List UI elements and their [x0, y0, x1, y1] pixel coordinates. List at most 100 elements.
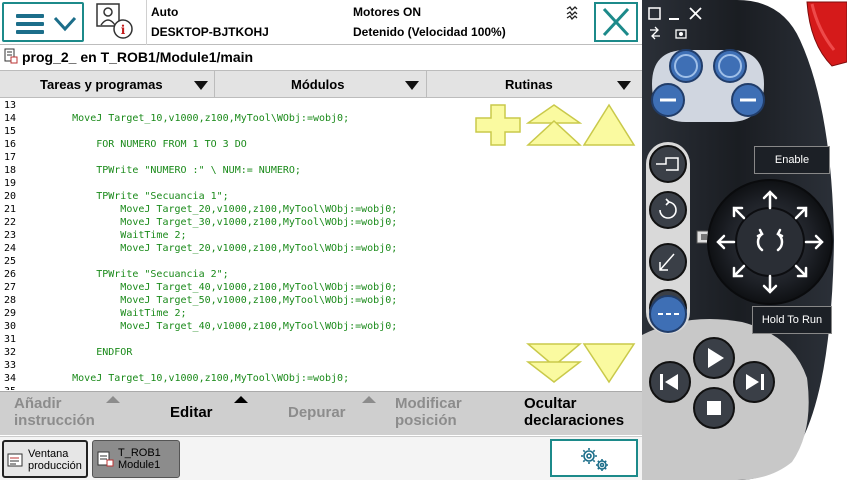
abb-menu-button[interactable] [2, 2, 84, 42]
line-number: 17 [4, 152, 17, 163]
code-text: MoveJ Target_20,v1000,z100,MyTool\WObj:=… [30, 243, 398, 254]
line-number: 16 [4, 139, 17, 150]
code-text: TPWrite "NUMERO :" \ NUM:= NUMERO; [30, 165, 301, 176]
code-line[interactable]: 24 MoveJ Target_20,v1000,z100,MyTool\WOb… [0, 242, 640, 255]
debug-button[interactable]: Depurar [252, 392, 382, 436]
step-backward-button[interactable] [649, 361, 691, 403]
hamburger-icon [16, 14, 44, 34]
joystick[interactable] [704, 178, 836, 308]
page-down-double-arrow-icon[interactable] [526, 342, 582, 384]
add-instruction-label-1: Añadir [14, 395, 62, 412]
code-text: MoveJ Target_10,v1000,z100,MyTool\WObj:=… [30, 373, 350, 384]
step-mode-button[interactable] [646, 294, 692, 334]
zoom-in-plus-icon[interactable] [474, 103, 522, 147]
code-line[interactable]: 18 TPWrite "NUMERO :" \ NUM:= NUMERO; [0, 164, 640, 177]
edit-button[interactable]: Editar [130, 392, 252, 436]
code-line[interactable]: 21 MoveJ Target_20,v1000,z100,MyTool\WOb… [0, 203, 640, 216]
page-up-double-arrow-icon[interactable] [526, 103, 582, 147]
dropdown-arrow-icon [194, 81, 208, 90]
code-line[interactable]: 25 [0, 255, 640, 268]
program-path-title: prog_2_ en T_ROB1/Module1/main [22, 49, 254, 65]
editor-tabs: Tareas y programas Módulos Rutinas [0, 70, 642, 98]
chevron-down-icon [53, 16, 77, 32]
line-number: 27 [4, 282, 17, 293]
edit-label: Editar [170, 404, 213, 421]
expand-up-icon [362, 396, 376, 403]
tab-tasks-programs[interactable]: Tareas y programas [0, 71, 215, 98]
scroll-up-arrow-icon[interactable] [582, 103, 636, 147]
code-line[interactable]: 19 [0, 177, 640, 190]
step-forward-button[interactable] [733, 361, 775, 403]
start-button[interactable] [693, 337, 735, 379]
quickset-button[interactable] [550, 439, 638, 477]
code-text: MoveJ Target_40,v1000,z100,MyTool\WObj:=… [30, 321, 398, 332]
motors-state-text: Motores ON [353, 5, 422, 19]
close-button[interactable] [594, 2, 638, 42]
taskbar: Ventana producción T_ROB1 Module1 [0, 436, 642, 480]
taskbar-prod-label-2: producción [28, 460, 82, 472]
code-text: WaitTime 2; [30, 308, 187, 319]
taskbar-rob-label-2: Module1 [118, 459, 161, 471]
code-text: MoveJ Target_20,v1000,z100,MyTool\WObj:=… [30, 204, 398, 215]
dropdown-arrow-icon [617, 81, 631, 90]
production-window-icon [7, 453, 23, 467]
line-number: 34 [4, 373, 17, 384]
line-number: 13 [4, 100, 17, 111]
tab-modules[interactable]: Módulos [215, 71, 427, 98]
program-path-header: prog_2_ en T_ROB1/Module1/main [0, 46, 642, 68]
hold-to-run-label: Hold To Run [752, 306, 832, 334]
line-number: 14 [4, 113, 17, 124]
tab-label: Tareas y programas [40, 77, 163, 92]
flexpendant-panel: Enable Hold To Run [642, 0, 847, 480]
code-line[interactable]: 28 MoveJ Target_50,v1000,z100,MyTool\WOb… [0, 294, 640, 307]
code-line[interactable]: 26 TPWrite "Secuancia 2"; [0, 268, 640, 281]
line-number: 28 [4, 295, 17, 306]
modify-position-button[interactable]: Modificar posición [382, 392, 510, 436]
tab-routines[interactable]: Rutinas [427, 71, 642, 98]
line-number: 20 [4, 191, 17, 202]
code-line[interactable]: 35 [0, 385, 640, 390]
line-number: 32 [4, 347, 17, 358]
code-text: TPWrite "Secuancia 2"; [30, 269, 229, 280]
status-bar[interactable]: Auto DESKTOP-BJTKOHJ Motores ON Detenido… [146, 0, 586, 45]
code-editor[interactable]: 13 14 MoveJ Target_10,v1000,z100,MyTool\W… [0, 99, 642, 390]
programmable-keys [651, 49, 765, 122]
debug-label: Depurar [288, 404, 346, 421]
line-number: 26 [4, 269, 17, 280]
code-line[interactable]: 27 MoveJ Target_40,v1000,z100,MyTool\WOb… [0, 281, 640, 294]
code-text: MoveJ Target_10,v1000,z100,MyTool\WObj:=… [30, 113, 350, 124]
event-log-icon[interactable] [566, 6, 578, 20]
gears-icon [581, 448, 608, 471]
expand-up-icon [234, 396, 248, 403]
taskbar-rob-label-1: T_ROB1 [118, 447, 161, 459]
program-editor-icon [4, 48, 18, 64]
code-line[interactable]: 20 TPWrite "Secuancia 1"; [0, 190, 640, 203]
taskbar-production-window[interactable]: Ventana producción [2, 440, 88, 478]
close-icon [602, 7, 630, 37]
operator-user-icon[interactable]: i [96, 3, 134, 41]
svg-text:i: i [121, 23, 126, 37]
hide-declarations-label-2: declaraciones [524, 412, 625, 429]
program-state-text: Detenido (Velocidad 100%) [353, 25, 506, 39]
line-number: 31 [4, 334, 17, 345]
taskbar-program-editor[interactable]: T_ROB1 Module1 [92, 440, 180, 478]
code-line[interactable]: 22 MoveJ Target_30,v1000,z100,MyTool\WOb… [0, 216, 640, 229]
code-text: TPWrite "Secuancia 1"; [30, 191, 229, 202]
taskbar-prod-label-1: Ventana [28, 448, 69, 460]
enable-label: Enable [754, 146, 830, 174]
stop-button[interactable] [693, 387, 735, 429]
code-text: FOR NUMERO FROM 1 TO 3 DO [30, 139, 247, 150]
hide-declarations-label-1: Ocultar [524, 395, 577, 412]
code-line[interactable]: 23 WaitTime 2; [0, 229, 640, 242]
line-number: 21 [4, 204, 17, 215]
code-text: MoveJ Target_50,v1000,z100,MyTool\WObj:=… [30, 295, 398, 306]
window-controls [648, 7, 702, 40]
code-line[interactable]: 29 WaitTime 2; [0, 307, 640, 320]
line-number: 18 [4, 165, 17, 176]
scroll-down-arrow-icon[interactable] [582, 342, 636, 384]
code-line[interactable]: 17 [0, 151, 640, 164]
add-instruction-button[interactable]: Añadir instrucción [0, 392, 130, 436]
tab-label: Rutinas [505, 77, 553, 92]
hide-declarations-button[interactable]: Ocultar declaraciones [510, 392, 642, 436]
code-line[interactable]: 30 MoveJ Target_40,v1000,z100,MyTool\WOb… [0, 320, 640, 333]
